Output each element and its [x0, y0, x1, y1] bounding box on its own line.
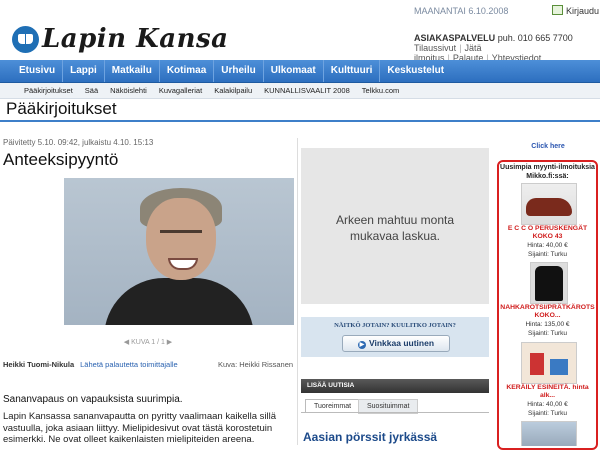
news-tip-question: NÄITKÖ JOTAIN? KUULITKO JOTAIN? [334, 322, 456, 329]
article-photo[interactable] [64, 178, 294, 325]
item-location-shoes: Sijainti: Turku [527, 251, 568, 258]
item-thumbnail-collectibles[interactable] [521, 342, 577, 384]
print-icon [552, 5, 563, 15]
marketplace-title: Uusimpia myynti-ilmoituksia Mikko.fi:ssä… [500, 164, 595, 180]
item-location-jacket: Sijainti: Turku [527, 330, 568, 337]
nav-item-keskustelut[interactable]: Keskustelut [380, 60, 451, 82]
next-image-icon[interactable]: ▶ [165, 339, 172, 346]
item-price-collectibles: Hinta: 40,00 € [527, 401, 568, 408]
more-news-header: LISÄÄ UUTISIA [301, 379, 489, 393]
article-meta: Päivitetty 5.10. 09:42, julkaistu 4.10. … [3, 138, 154, 147]
sub-nav: Pääkirjoitukset Sää Näköislehti Kuvagall… [0, 83, 600, 99]
nav-item-ulkomaat[interactable]: Ulkomaat [264, 60, 324, 82]
nav-item-etusivu[interactable]: Etusivu [12, 60, 64, 82]
ad-text-line1: Arkeen mahtuu monta [335, 213, 455, 227]
subnav-item-kunnallisvaalit[interactable]: KUNNALLISVAALIT 2008 [258, 83, 356, 98]
main-nav: Etusivu Lappi Matkailu Kotimaa Urheilu U… [0, 60, 600, 83]
item-price-shoes: Hinta: 40,00 € [527, 242, 568, 249]
item-location-collectibles: Sijainti: Turku [527, 410, 568, 417]
logo-icon[interactable] [12, 26, 39, 53]
byline: Heikki Tuomi-Nikula Lähetä palautetta toi… [3, 360, 178, 369]
item-name-jacket[interactable]: NAHKAROTSI/PRÄTKÄROTS KOKO... [500, 304, 595, 320]
subnav-item-telkku[interactable]: Telkku.com [356, 83, 406, 98]
nav-item-kotimaa[interactable]: Kotimaa [160, 60, 215, 82]
customer-service-phone: puh. 010 665 7700 [497, 33, 573, 43]
ad-text-line2: mukavaa laskua. [349, 229, 441, 243]
nav-item-lappi[interactable]: Lappi [63, 60, 105, 82]
nav-item-kulttuuri[interactable]: Kulttuuri [324, 60, 381, 82]
arrow-right-icon: ▶ [357, 341, 366, 349]
site-logo[interactable]: Lapin Kansa [42, 24, 228, 54]
section-divider [0, 120, 600, 122]
subnav-item-kuvagalleriat[interactable]: Kuvagalleriat [153, 83, 208, 98]
login-link[interactable]: Kirjaudu [552, 5, 599, 16]
nav-item-matkailu[interactable]: Matkailu [105, 60, 160, 82]
subnav-item-kalakilpailu[interactable]: Kalakilpailu [208, 83, 258, 98]
date-label: MAANANTAI 6.10.2008 [414, 6, 509, 16]
photo-credit: Kuva: Heikki Rissanen [218, 360, 294, 369]
item-thumbnail-jacket[interactable] [530, 262, 568, 304]
author-name: Heikki Tuomi-Nikula [3, 360, 75, 369]
item-thumbnail-shoes[interactable] [521, 183, 577, 225]
tab-tuoreimmat[interactable]: Tuoreimmat [305, 399, 361, 413]
image-counter: KUVA 1 / 1 [131, 339, 165, 346]
news-tip-button[interactable]: ▶ Vinkkaa uutinen [342, 335, 450, 352]
article-headline: Anteeksipyyntö [3, 150, 119, 169]
article-body: Lapin Kansassa sananvapautta on pyritty … [3, 411, 277, 445]
service-link-tilaussivut[interactable]: Tilaussivut [414, 43, 456, 53]
article-lead: Sananvapaus on vapauksista suurimpia. [3, 394, 183, 405]
image-pager: ◀ KUVA 1 / 1 ▶ [0, 338, 296, 348]
login-label: Kirjaudu [566, 6, 600, 16]
item-price-jacket: Hinta: 135,00 € [525, 321, 570, 328]
subnav-item-paakirjoitukset[interactable]: Pääkirjoitukset [18, 83, 79, 98]
feedback-link[interactable]: Lähetä palautetta toimittajalle [80, 360, 178, 369]
banner-ad-text[interactable]: Arkeen mahtuu monta mukavaa laskua. [301, 212, 489, 244]
tab-divider [301, 412, 489, 413]
item-name-shoes[interactable]: E C C O PERUSKENGÄT KOKO 43 [500, 225, 595, 241]
click-here-link[interactable]: Click here [498, 143, 598, 150]
news-headline-link[interactable]: Aasian pörssit jyrkässä [303, 430, 437, 444]
nav-item-urheilu[interactable]: Urheilu [214, 60, 264, 82]
column-divider [297, 138, 298, 445]
news-tip-button-label: Vinkkaa uutinen [368, 338, 435, 348]
customer-service-label: ASIAKASPALVELU [414, 33, 496, 43]
item-thumbnail-next[interactable] [521, 421, 577, 446]
subnav-item-nakoislehti[interactable]: Näköislehti [104, 83, 153, 98]
section-title: Pääkirjoitukset [6, 99, 117, 118]
subnav-item-saa[interactable]: Sää [79, 83, 104, 98]
item-name-collectibles[interactable]: KERÄILY ESINEITÄ. hinta alk... [500, 384, 595, 400]
customer-service: ASIAKASPALVELU puh. 010 665 7700 [414, 33, 573, 43]
